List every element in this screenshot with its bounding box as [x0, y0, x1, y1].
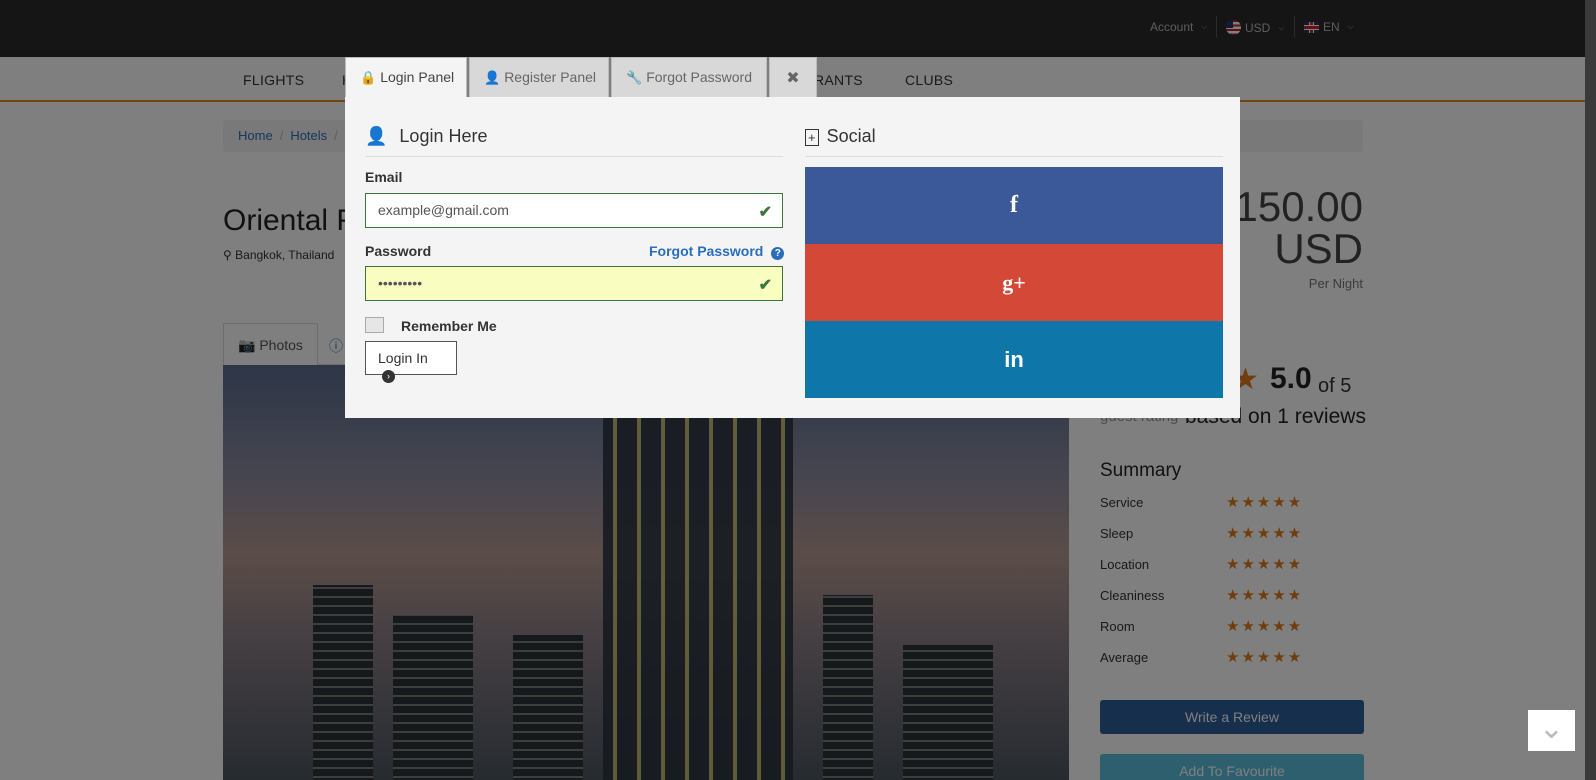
password-label: Password	[365, 243, 432, 259]
question-icon: ?	[771, 247, 785, 260]
divider	[365, 156, 783, 157]
forgot-password-link[interactable]: Forgot Password?	[649, 243, 785, 260]
login-modal: 👤 Login Here Email example@gmail.com ✔ Pa…	[345, 97, 1240, 418]
social-heading: + Social	[805, 126, 876, 147]
forgot-password-text: Forgot Password	[649, 243, 764, 259]
linkedin-login-button[interactable]: in	[805, 321, 1223, 398]
linkedin-icon: in	[1004, 347, 1024, 372]
login-heading-text: Login Here	[399, 126, 488, 146]
close-icon[interactable]: ✖	[769, 57, 817, 97]
key-icon: 🔧	[626, 70, 643, 85]
check-icon: ✔	[758, 277, 772, 294]
social-heading-text: Social	[826, 126, 876, 146]
email-field[interactable]: example@gmail.com ✔	[365, 193, 783, 228]
divider	[805, 156, 1223, 157]
remember-me-label: Remember Me	[401, 318, 497, 334]
login-button-label: Login In	[378, 350, 428, 366]
scrollbar[interactable]	[1585, 0, 1596, 780]
user-icon: 👤	[365, 126, 388, 146]
login-heading: 👤 Login Here	[365, 126, 487, 147]
tab-register-label: Register Panel	[504, 69, 597, 85]
googleplus-login-button[interactable]: g+	[805, 244, 1223, 321]
facebook-icon: f	[1010, 192, 1018, 218]
login-button[interactable]: Login In ›	[365, 341, 457, 383]
tab-login-panel[interactable]: 🔒 Login Panel	[345, 57, 467, 98]
check-icon: ✔	[758, 204, 772, 221]
tab-forgot-password[interactable]: 🔧 Forgot Password	[611, 57, 767, 97]
lock-icon: 🔒	[360, 70, 377, 85]
googleplus-icon: g+	[1002, 270, 1026, 295]
password-value: •••••••••	[378, 275, 423, 291]
chevron-down-icon[interactable]: ⌄	[1528, 710, 1575, 751]
email-value: example@gmail.com	[378, 202, 509, 218]
user-icon: 👤	[484, 70, 501, 85]
remember-me-checkbox[interactable]	[365, 317, 384, 333]
arrow-right-icon: ›	[382, 370, 395, 383]
tab-forgot-label: Forgot Password	[646, 69, 753, 85]
password-field[interactable]: ••••••••• ✔	[365, 266, 783, 301]
plus-square-icon: +	[805, 129, 819, 146]
tab-register-panel[interactable]: 👤 Register Panel	[469, 57, 609, 97]
email-label: Email	[365, 169, 403, 185]
facebook-login-button[interactable]: f	[805, 167, 1223, 244]
tab-login-label: Login Panel	[380, 69, 455, 85]
